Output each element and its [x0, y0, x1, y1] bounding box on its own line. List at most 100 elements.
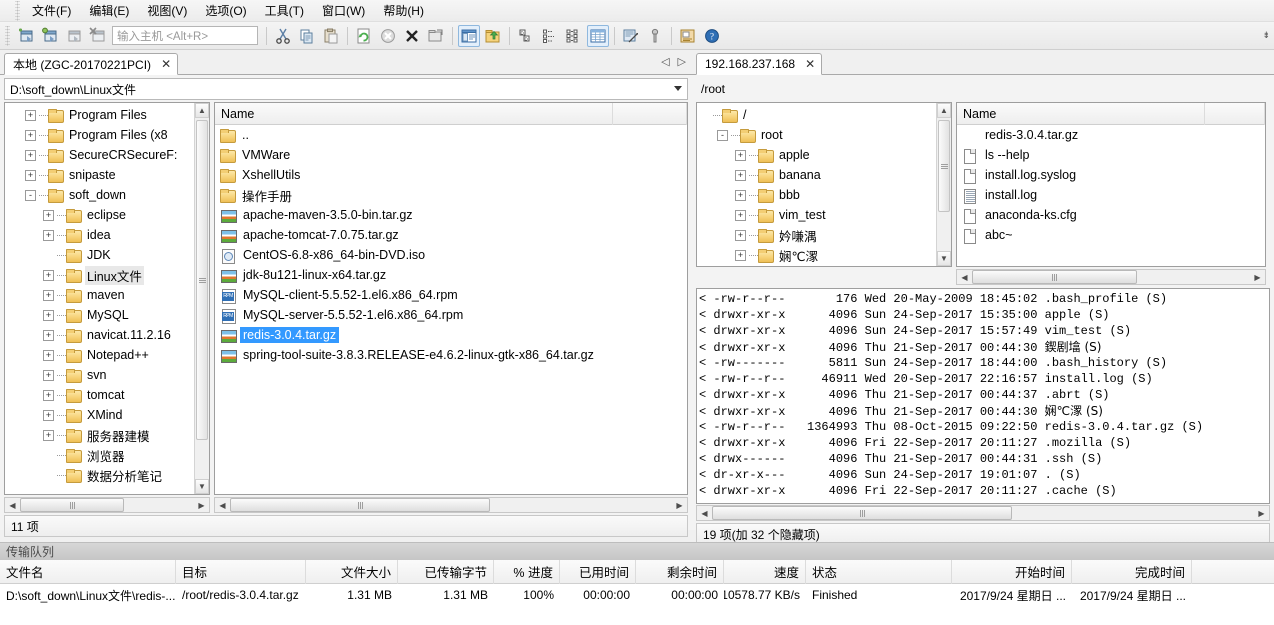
local-tree-node[interactable]: + Program Files (x8: [5, 125, 194, 145]
local-file-item[interactable]: MySQL-client-5.5.52-1.el6.x86_64.rpm: [215, 285, 687, 305]
log-hscrollbar[interactable]: ◀ ▶: [696, 505, 1270, 521]
col-elapsed[interactable]: 已用时间: [560, 559, 636, 584]
view-list-icon[interactable]: [563, 25, 585, 47]
menu-tools[interactable]: 工具(T): [256, 0, 313, 21]
remote-tree-vscrollbar[interactable]: ▲ ▼: [936, 103, 951, 266]
close-icon[interactable]: ✕: [805, 57, 815, 71]
remote-file-item[interactable]: anaconda-ks.cfg: [957, 205, 1265, 225]
local-tree-vscrollbar[interactable]: ▲ ▼: [194, 103, 209, 494]
expand-icon[interactable]: +: [735, 229, 746, 241]
scroll-left-icon[interactable]: ◀: [957, 270, 972, 284]
remote-file-item[interactable]: ls --help: [957, 145, 1265, 165]
scroll-right-icon[interactable]: ▶: [672, 498, 687, 512]
expand-icon[interactable]: +: [43, 409, 54, 421]
toolbar-overflow-icon[interactable]: ⇟: [1262, 30, 1270, 41]
expand-icon[interactable]: +: [43, 329, 54, 341]
menu-grip[interactable]: [15, 0, 20, 21]
scroll-down-icon[interactable]: ▼: [937, 251, 951, 266]
local-tree-node[interactable]: + navicat.11.2.16: [5, 325, 194, 345]
close-icon[interactable]: ✕: [161, 57, 171, 71]
scroll-up-icon[interactable]: ▲: [195, 103, 209, 118]
expand-icon[interactable]: +: [43, 429, 54, 441]
expand-icon[interactable]: +: [25, 149, 36, 161]
menu-window[interactable]: 窗口(W): [313, 0, 374, 21]
properties-icon[interactable]: [677, 25, 699, 47]
tab-remote[interactable]: 192.168.237.168 ✕: [696, 53, 823, 75]
disconnect-icon[interactable]: [86, 25, 108, 47]
scroll-down-icon[interactable]: ▼: [195, 479, 209, 494]
col-status[interactable]: 状态: [806, 559, 952, 584]
local-file-item[interactable]: jdk-8u121-linux-x64.tar.gz: [215, 265, 687, 285]
scroll-thumb[interactable]: [20, 498, 124, 512]
local-tree-node[interactable]: + svn: [5, 365, 194, 385]
expand-icon[interactable]: +: [25, 169, 36, 181]
key-icon[interactable]: [644, 25, 666, 47]
chevron-down-icon[interactable]: [674, 86, 682, 91]
local-tree-node[interactable]: + XMind: [5, 405, 194, 425]
local-tree-node[interactable]: + snipaste: [5, 165, 194, 185]
remote-tree-node[interactable]: + bbb: [697, 185, 936, 205]
scroll-left-icon[interactable]: ◀: [697, 506, 712, 520]
scroll-thumb[interactable]: [712, 506, 1012, 520]
menu-view[interactable]: 视图(V): [138, 0, 196, 21]
transfer-icon[interactable]: [620, 25, 642, 47]
expand-icon[interactable]: +: [43, 369, 54, 381]
local-file-item[interactable]: XshellUtils: [215, 165, 687, 185]
scroll-left-icon[interactable]: ◀: [5, 498, 20, 512]
menu-edit[interactable]: 编辑(E): [80, 0, 138, 21]
scroll-thumb[interactable]: [196, 120, 208, 440]
collapse-icon[interactable]: -: [25, 189, 36, 201]
remote-file-list[interactable]: Name redis-3.0.4.tar.gz ls --help install.…: [956, 102, 1266, 267]
local-tree-node[interactable]: + Program Files: [5, 105, 194, 125]
expand-icon[interactable]: +: [43, 229, 54, 241]
copy-icon[interactable]: [296, 25, 318, 47]
remote-tree-node[interactable]: + vim_test: [697, 205, 936, 225]
delete-icon[interactable]: [401, 25, 423, 47]
local-file-item[interactable]: spring-tool-suite-3.8.3.RELEASE-e4.6.2-l…: [215, 345, 687, 365]
help-icon[interactable]: ?: [701, 25, 723, 47]
expand-icon[interactable]: +: [735, 169, 746, 181]
col-name[interactable]: Name: [215, 103, 614, 125]
expand-icon[interactable]: +: [43, 289, 54, 301]
local-tree-node[interactable]: + Notepad++: [5, 345, 194, 365]
scroll-thumb[interactable]: [972, 270, 1137, 284]
new-folder-icon[interactable]: [425, 25, 447, 47]
paste-icon[interactable]: [320, 25, 342, 47]
expand-icon[interactable]: +: [735, 189, 746, 201]
expand-icon[interactable]: +: [43, 269, 54, 281]
remote-tree-node[interactable]: + 娴℃潈: [697, 245, 936, 265]
expand-icon[interactable]: +: [43, 209, 54, 221]
local-tree-node[interactable]: + MySQL: [5, 305, 194, 325]
scroll-right-icon[interactable]: ▶: [1250, 270, 1265, 284]
remote-path-input[interactable]: /root: [696, 79, 1270, 99]
tab-local[interactable]: 本地 (ZGC-20170221PCI) ✕: [4, 53, 179, 75]
refresh-icon[interactable]: [353, 25, 375, 47]
local-file-list[interactable]: Name .. VMWare XshellUtils 操作手册 apache-maven…: [214, 102, 688, 495]
local-tree-node[interactable]: + Linux文件: [5, 265, 194, 285]
cut-icon[interactable]: [272, 25, 294, 47]
scroll-up-icon[interactable]: ▲: [937, 103, 951, 118]
col-starttime[interactable]: 开始时间: [952, 559, 1072, 584]
remote-folder-tree[interactable]: / - root + apple + banana + bbb + vim_test + 妗嗛湡 + 娴℃潈…: [696, 102, 952, 267]
expand-icon[interactable]: +: [25, 109, 36, 121]
col-transferred[interactable]: 已传输字节: [398, 559, 494, 584]
local-tree-node[interactable]: + SecureCRSecureF:: [5, 145, 194, 165]
scroll-thumb[interactable]: [938, 120, 950, 212]
local-tree-node[interactable]: + maven: [5, 285, 194, 305]
scroll-right-icon[interactable]: ▶: [1254, 506, 1269, 520]
expand-icon[interactable]: +: [25, 129, 36, 141]
remote-tree-node[interactable]: /: [697, 105, 936, 125]
host-input[interactable]: 输入主机 <Alt+R>: [112, 26, 258, 45]
toolbar-grip[interactable]: [5, 25, 10, 46]
scroll-thumb[interactable]: [230, 498, 490, 512]
local-tree-hscrollbar[interactable]: ◀ ▶: [4, 497, 210, 513]
remote-file-item[interactable]: abc~: [957, 225, 1265, 245]
local-tree-node[interactable]: + idea: [5, 225, 194, 245]
chevron-right-icon[interactable]: ▷: [678, 55, 686, 68]
expand-icon[interactable]: +: [43, 349, 54, 361]
local-tree-node[interactable]: + eclipse: [5, 205, 194, 225]
local-file-item[interactable]: CentOS-6.8-x86_64-bin-DVD.iso: [215, 245, 687, 265]
local-tree-node[interactable]: JDK: [5, 245, 194, 265]
col-remaining[interactable]: 剩余时间: [636, 559, 724, 584]
stop-icon[interactable]: [377, 25, 399, 47]
